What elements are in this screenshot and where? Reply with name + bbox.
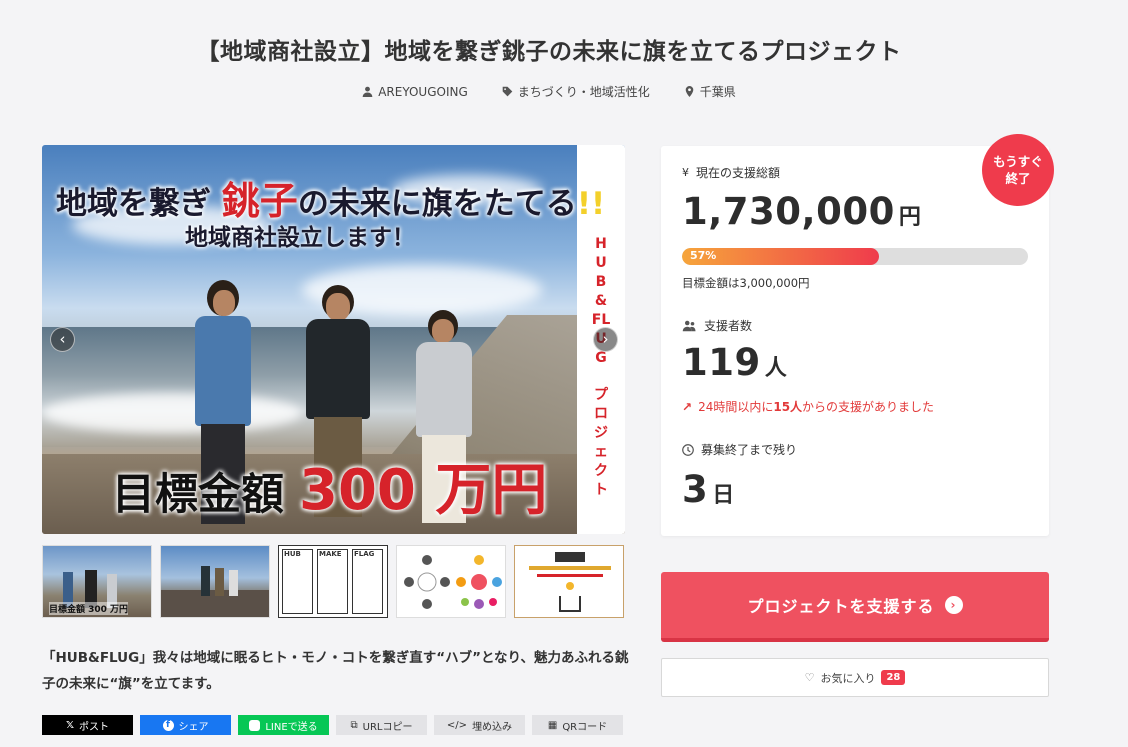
remaining-label: 募集終了まで残り	[701, 443, 798, 457]
category-link[interactable]: まちづくり・地域活性化	[502, 83, 650, 100]
thumbnail-4[interactable]	[396, 545, 506, 618]
tag-icon	[502, 86, 513, 97]
hero-goal-text: 目標金額 300 万円	[112, 445, 547, 526]
x-icon: 𝕏	[65, 719, 75, 731]
users-icon	[682, 320, 696, 331]
hero-goal-amount: 300 万円	[298, 458, 548, 523]
funding-stats-card: ¥ 現在の支援総額 1,730,000 円 57% 目標金額は3,000,000円…	[661, 146, 1049, 536]
progress-bar: 57%	[682, 248, 1028, 265]
amount-unit: 円	[898, 205, 922, 230]
network-diagram-icon	[404, 555, 502, 609]
hero-vertical-title: HUB&FLUG プロジェクト	[591, 235, 611, 500]
support-project-button[interactable]: プロジェクトを支援する ›	[661, 572, 1049, 642]
owner-name: AREYOUGOING	[378, 84, 468, 99]
favorite-label: お気に入り	[820, 671, 876, 685]
thumbnail-caption: 目標金額 300 万円	[49, 602, 129, 615]
yen-icon: ¥	[682, 166, 689, 179]
trend-count: 15人	[773, 400, 803, 414]
project-description: 「HUB&FLUG」我々は地域に眠るヒト・モノ・コトを繋ぎ直す“ハブ”となり、魅…	[42, 650, 629, 692]
qr-code-label: QRコード	[562, 721, 608, 733]
heart-icon: ♡	[804, 671, 815, 684]
backers-value-row: 119 人	[682, 341, 787, 384]
qr-code-button[interactable]: ▦ QRコード	[532, 715, 623, 735]
hero-headline: 地域を繋ぎ 銚子の未来に旗をたてる!!	[56, 170, 605, 225]
share-line-button[interactable]: LINEで送る	[238, 715, 329, 735]
remaining-unit: 日	[712, 483, 735, 508]
main-image[interactable]: HUB&FLUG プロジェクト 地域を繋ぎ 銚子の未来に旗をたてる!! 地域商社…	[42, 145, 625, 534]
trending-up-icon: ↗	[682, 399, 693, 414]
progress-percent: 57%	[690, 249, 717, 262]
category-name: まちづくり・地域活性化	[517, 85, 650, 99]
prev-image-button[interactable]: ‹	[50, 327, 75, 352]
location-name: 千葉県	[699, 85, 736, 99]
hero-headline-highlight: 銚子	[221, 179, 298, 223]
amount-value-row: 1,730,000 円	[682, 190, 921, 233]
remaining-label-row: 募集終了まで残り	[682, 441, 797, 458]
next-image-button[interactable]: ›	[593, 327, 618, 352]
amount-label: 現在の支援総額	[696, 166, 781, 180]
goal-amount: 目標金額は3,000,000円	[682, 276, 810, 290]
hero-subheadline: 地域商社設立します！	[185, 225, 415, 251]
location-link[interactable]: 千葉県	[684, 83, 736, 100]
embed-label: 埋め込み	[472, 721, 513, 733]
hero-vertical-project: プロジェクト	[594, 387, 608, 498]
map-pin-icon	[685, 86, 694, 97]
amount-value: 1,730,000	[682, 190, 895, 233]
favorite-count: 28	[881, 670, 906, 685]
project-meta: AREYOUGOING まちづくり・地域活性化 千葉県	[0, 83, 1098, 100]
recent-support-notice: ↗ 24時間以内に15人からの支援がありました	[682, 398, 934, 415]
thumbnail-label: FLAG	[354, 550, 375, 558]
favorite-button[interactable]: ♡ お気に入り 28	[661, 658, 1049, 697]
share-facebook-label: シェア	[178, 721, 209, 733]
backers-unit: 人	[764, 356, 788, 381]
qr-icon: ▦	[547, 719, 558, 731]
share-facebook-button[interactable]: f シェア	[140, 715, 231, 735]
embed-button[interactable]: </> 埋め込み	[434, 715, 525, 735]
wave-foam	[42, 393, 302, 433]
trend-text: 24時間以内に	[698, 400, 774, 414]
user-icon	[362, 86, 373, 97]
backers-label-row: 支援者数	[682, 317, 752, 334]
chevron-right-icon: ›	[944, 596, 963, 614]
ending-soon-badge: もうすぐ終了	[982, 134, 1054, 206]
code-icon: </>	[446, 719, 468, 731]
hero-headline-part: の未来に旗をたてる	[297, 186, 577, 222]
backers-label: 支援者数	[704, 319, 753, 333]
hero-headline-part: 地域を繋ぎ	[56, 186, 211, 222]
clock-icon	[682, 443, 694, 456]
facebook-icon: f	[162, 719, 174, 731]
copy-url-label: URLコピー	[362, 721, 413, 733]
copy-url-button[interactable]: ⧉ URLコピー	[336, 715, 427, 735]
amount-label-row: ¥ 現在の支援総額	[682, 164, 780, 181]
hero-headline-mark: !!	[576, 186, 606, 222]
share-line-label: LINEで送る	[265, 721, 318, 733]
page-title: 【地域商社設立】地域を繋ぎ銚子の未来に旗を立てるプロジェクト	[196, 39, 902, 65]
thumbnail-strip: 目標金額 300 万円 HUB MAKE FLAG	[42, 545, 625, 618]
share-x-button[interactable]: 𝕏 ポスト	[42, 715, 133, 735]
share-bar: 𝕏 ポスト f シェア LINEで送る ⧉ URLコピー </> 埋め込み ▦ QRコード	[42, 715, 623, 735]
remaining-value: 3	[682, 468, 709, 511]
trend-text: からの支援がありました	[802, 400, 935, 414]
thumbnail-2[interactable]	[160, 545, 270, 618]
support-project-label: プロジェクトを支援する	[747, 597, 935, 616]
thumbnail-1[interactable]: 目標金額 300 万円	[42, 545, 152, 618]
thumbnail-5[interactable]	[514, 545, 624, 618]
hero-goal-label: 目標金額	[112, 470, 284, 520]
remaining-value-row: 3日	[682, 468, 735, 511]
owner-link[interactable]: AREYOUGOING	[362, 83, 468, 100]
backers-value: 119	[682, 341, 761, 384]
share-x-label: ポスト	[79, 721, 110, 733]
thumbnail-3[interactable]: HUB MAKE FLAG	[278, 545, 388, 618]
copy-icon: ⧉	[350, 719, 358, 731]
thumbnail-label: MAKE	[319, 550, 342, 558]
line-icon	[249, 719, 261, 731]
thumbnail-label: HUB	[284, 550, 301, 558]
